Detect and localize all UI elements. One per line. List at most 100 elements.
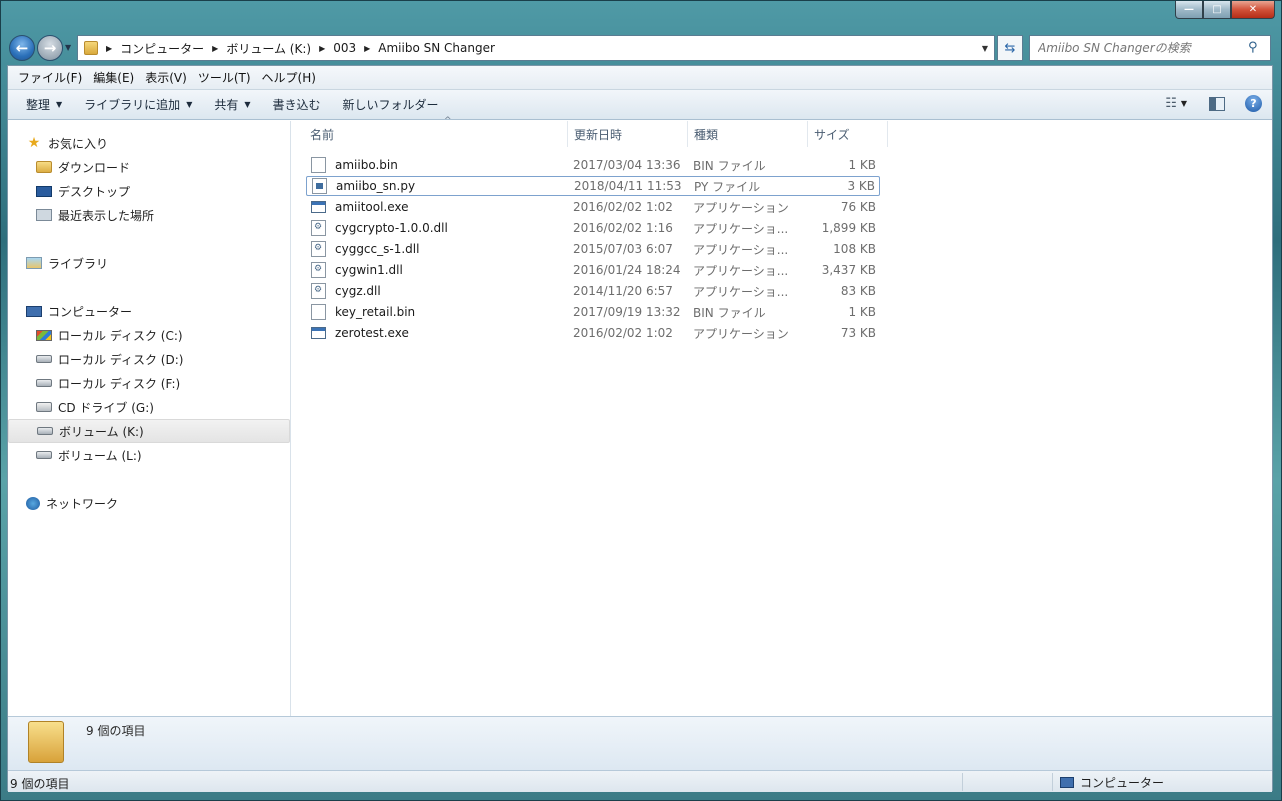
libraries-icon bbox=[26, 257, 42, 269]
column-header-date[interactable]: 更新日時 bbox=[568, 121, 688, 147]
search-input[interactable] bbox=[1038, 41, 1248, 55]
refresh-button[interactable]: ⇆ bbox=[997, 35, 1023, 61]
folder-icon bbox=[28, 721, 64, 763]
nav-drive-f[interactable]: ローカル ディスク (F:) bbox=[8, 371, 290, 395]
file-name: amiibo_sn.py bbox=[336, 179, 416, 193]
file-row[interactable]: cygz.dll 2014/11/20 6:57 アプリケーショ... 83 K… bbox=[306, 281, 880, 301]
hard-drive-icon bbox=[36, 451, 52, 459]
breadcrumb-amiibo-sn-changer[interactable]: ▶ Amiibo SN Changer bbox=[364, 41, 495, 55]
nav-drive-l[interactable]: ボリューム (L:) bbox=[8, 443, 290, 467]
status-location: コンピューター bbox=[1060, 774, 1164, 791]
file-row[interactable]: amiitool.exe 2016/02/02 1:02 アプリケーション 76… bbox=[306, 197, 880, 217]
view-options-icon[interactable]: ☷ bbox=[1165, 96, 1177, 111]
chevron-right-icon[interactable]: ▶ bbox=[319, 44, 325, 53]
nav-label: ボリューム (K:) bbox=[59, 424, 144, 439]
status-location-label: コンピューター bbox=[1080, 776, 1165, 790]
new-folder-button[interactable]: 新しいフォルダー bbox=[335, 96, 447, 113]
breadcrumb-label: ボリューム (K:) bbox=[226, 41, 312, 56]
file-type: BIN ファイル bbox=[693, 305, 766, 320]
nav-downloads[interactable]: ダウンロード bbox=[8, 155, 290, 179]
chevron-down-icon: ▼ bbox=[56, 100, 63, 109]
file-row[interactable]: cyggcc_s-1.dll 2015/07/03 6:07 アプリケーショ..… bbox=[306, 239, 880, 259]
file-name: amiibo.bin bbox=[335, 158, 398, 172]
nav-drive-k[interactable]: ボリューム (K:) bbox=[8, 419, 290, 443]
menu-file[interactable]: ファイル(F) bbox=[14, 69, 86, 86]
nav-network[interactable]: ネットワーク bbox=[8, 491, 290, 515]
recent-pages-dropdown[interactable]: ▼ bbox=[65, 43, 71, 52]
search-icon[interactable]: ⚲ bbox=[1248, 40, 1264, 56]
organize-button[interactable]: 整理 ▼ bbox=[18, 96, 70, 113]
close-button[interactable]: ✕ bbox=[1231, 1, 1275, 19]
file-type: アプリケーショ... bbox=[693, 284, 789, 299]
nav-computer[interactable]: コンピューター bbox=[8, 299, 290, 323]
chevron-right-icon[interactable]: ▶ bbox=[212, 44, 218, 53]
menu-help[interactable]: ヘルプ(H) bbox=[258, 69, 320, 86]
navigation-bar: ← → ▼ ▶ コンピューター ▶ ボリューム (K:) ▶ 003 ▶ Amiibo … bbox=[1, 29, 1282, 63]
file-row[interactable]: cygcrypto-1.0.0.dll 2016/02/02 1:16 アプリケ… bbox=[306, 218, 880, 238]
nav-recent-places[interactable]: 最近表示した場所 bbox=[8, 203, 290, 227]
computer-icon bbox=[1060, 777, 1074, 788]
file-row[interactable]: key_retail.bin 2017/09/19 13:32 BIN ファイル… bbox=[306, 302, 880, 322]
nav-desktop[interactable]: デスクトップ bbox=[8, 179, 290, 203]
column-header-name[interactable]: ^ 名前 bbox=[304, 116, 568, 147]
preview-pane-icon[interactable] bbox=[1209, 96, 1225, 111]
address-bar[interactable]: ▶ コンピューター ▶ ボリューム (K:) ▶ 003 ▶ Amiibo SN Cha… bbox=[77, 35, 995, 61]
navigation-pane: ★ お気に入り ダウンロード デスクトップ 最近表示した場所 ライブラリ コンピュ… bbox=[8, 121, 291, 716]
nav-drive-g[interactable]: CD ドライブ (G:) bbox=[8, 395, 290, 419]
file-name: cygcrypto-1.0.0.dll bbox=[335, 221, 448, 235]
status-divider bbox=[1052, 773, 1053, 791]
search-box[interactable]: ⚲ bbox=[1029, 35, 1271, 61]
nav-label: ローカル ディスク (D:) bbox=[58, 352, 184, 367]
nav-drive-d[interactable]: ローカル ディスク (D:) bbox=[8, 347, 290, 371]
file-name: cygwin1.dll bbox=[335, 263, 403, 277]
file-row[interactable]: cygwin1.dll 2016/01/24 18:24 アプリケーショ... … bbox=[306, 260, 880, 280]
nav-label: ボリューム (L:) bbox=[58, 448, 142, 463]
hard-drive-icon bbox=[37, 427, 53, 435]
sort-ascending-icon: ^ bbox=[444, 116, 452, 126]
nav-libraries[interactable]: ライブラリ bbox=[8, 251, 290, 275]
file-row[interactable]: zerotest.exe 2016/02/02 1:02 アプリケーション 73… bbox=[306, 323, 880, 343]
menu-edit[interactable]: 編集(E) bbox=[89, 69, 138, 86]
nav-favorites[interactable]: ★ お気に入り bbox=[8, 131, 290, 155]
breadcrumb-volume-k[interactable]: ▶ ボリューム (K:) bbox=[212, 40, 311, 57]
arrow-left-icon: ← bbox=[15, 39, 29, 57]
breadcrumb-label: Amiibo SN Changer bbox=[378, 41, 495, 55]
menu-tools[interactable]: ツール(T) bbox=[194, 69, 255, 86]
back-button[interactable]: ← bbox=[9, 35, 35, 61]
breadcrumb-computer[interactable]: ▶ コンピューター bbox=[106, 40, 204, 57]
nav-drive-c[interactable]: ローカル ディスク (C:) bbox=[8, 323, 290, 347]
file-size: 1 KB bbox=[848, 158, 876, 172]
share-label: 共有 bbox=[214, 98, 239, 112]
command-bar: 整理 ▼ ライブラリに追加 ▼ 共有 ▼ 書き込む 新しいフォルダー ☷ ▼ ? bbox=[8, 90, 1272, 120]
column-header-type[interactable]: 種類 bbox=[688, 121, 808, 147]
breadcrumb-003[interactable]: ▶ 003 bbox=[319, 41, 356, 55]
nav-label: デスクトップ bbox=[58, 184, 131, 199]
help-icon[interactable]: ? bbox=[1245, 95, 1262, 112]
view-options-dropdown[interactable]: ▼ bbox=[1181, 99, 1187, 108]
dll-icon bbox=[311, 262, 326, 278]
file-size: 108 KB bbox=[833, 242, 876, 256]
toolbar-right: ☷ ▼ ? bbox=[1165, 95, 1262, 112]
minimize-button[interactable]: — bbox=[1175, 1, 1203, 19]
add-to-library-button[interactable]: ライブラリに追加 ▼ bbox=[76, 96, 200, 113]
address-history-dropdown[interactable]: ▼ bbox=[982, 44, 988, 53]
refresh-icon: ⇆ bbox=[1004, 40, 1016, 56]
forward-button[interactable]: → bbox=[37, 35, 63, 61]
file-date: 2014/11/20 6:57 bbox=[573, 284, 673, 298]
breadcrumb-label: 003 bbox=[333, 41, 357, 55]
status-item-count: 9 個の項目 bbox=[10, 777, 70, 791]
share-button[interactable]: 共有 ▼ bbox=[206, 96, 258, 113]
burn-button[interactable]: 書き込む bbox=[265, 96, 329, 113]
file-type: PY ファイル bbox=[694, 179, 761, 194]
chevron-right-icon[interactable]: ▶ bbox=[106, 44, 112, 53]
status-bar: 9 個の項目 コンピューター bbox=[8, 770, 1272, 792]
chevron-right-icon[interactable]: ▶ bbox=[364, 44, 370, 53]
menu-view[interactable]: 表示(V) bbox=[141, 69, 191, 86]
column-header-size[interactable]: サイズ bbox=[808, 121, 888, 147]
file-row[interactable]: amiibo.bin 2017/03/04 13:36 BIN ファイル 1 K… bbox=[306, 155, 880, 175]
file-icon bbox=[311, 304, 326, 320]
maximize-button[interactable]: □ bbox=[1203, 1, 1231, 19]
file-row[interactable]: amiibo_sn.py 2018/04/11 11:53 PY ファイル 3 … bbox=[306, 176, 880, 196]
computer-icon bbox=[26, 305, 42, 317]
file-size: 73 KB bbox=[840, 326, 876, 340]
